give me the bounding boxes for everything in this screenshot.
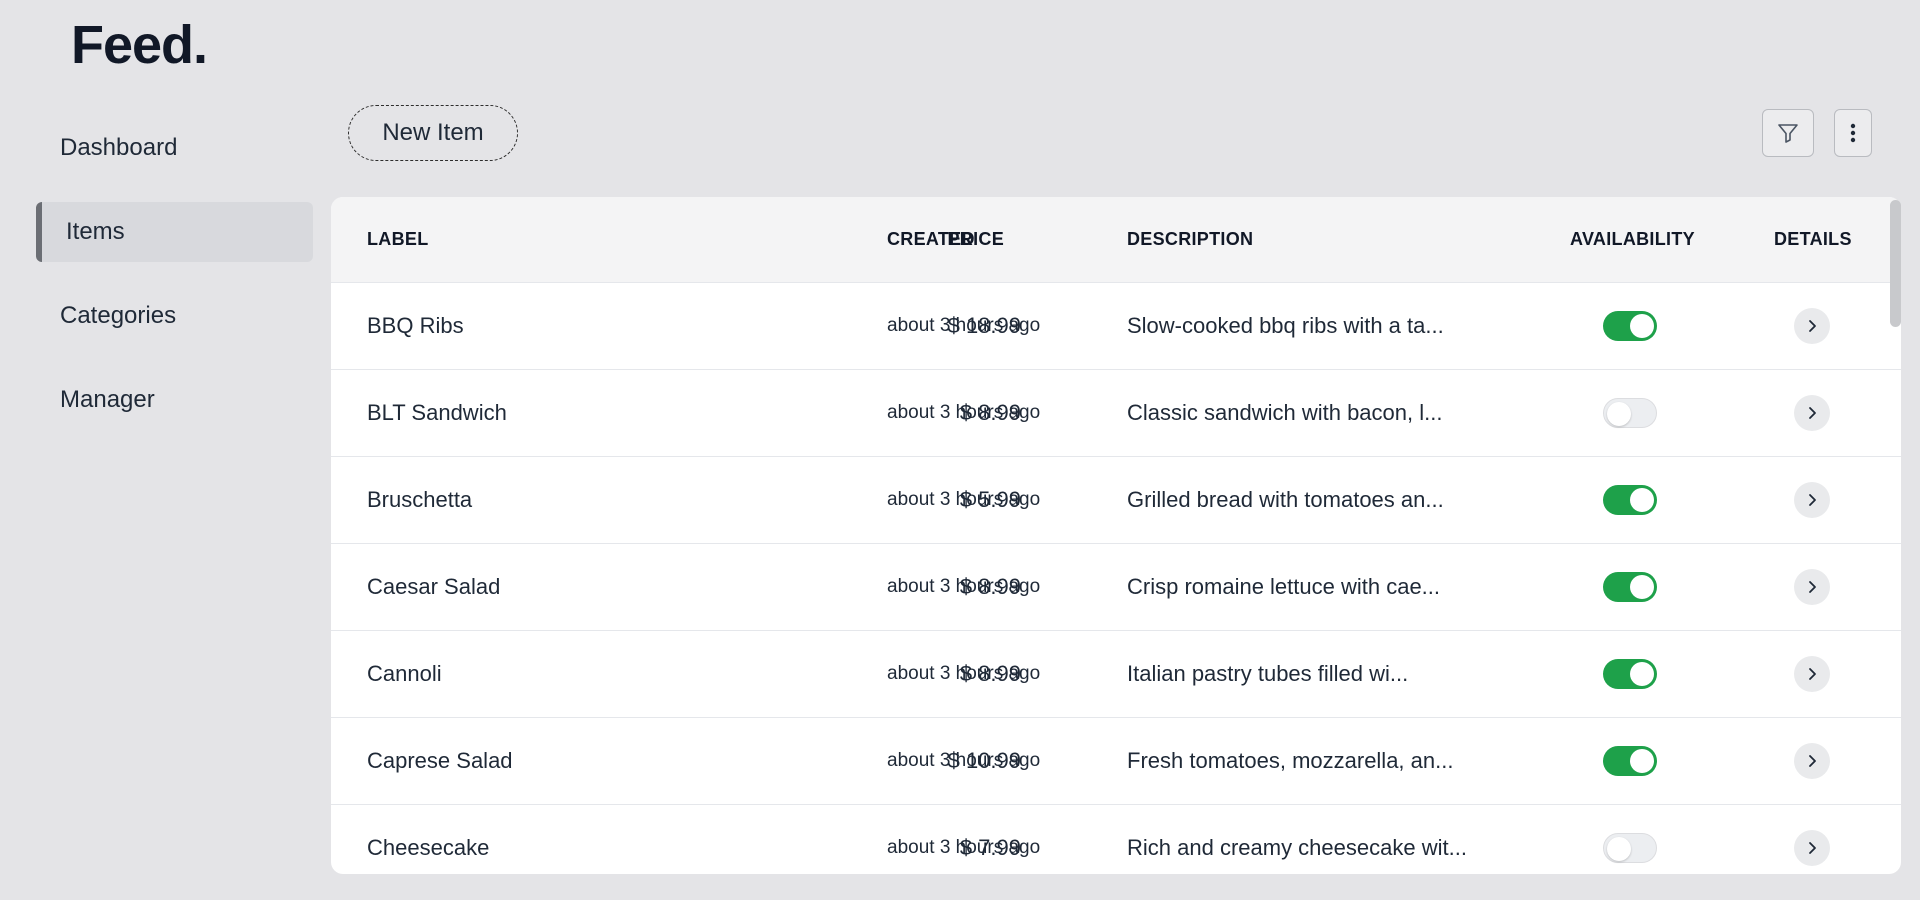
toggle-knob <box>1630 314 1654 338</box>
chevron-right-icon <box>1809 581 1816 593</box>
item-created: about 3 hours ago <box>887 663 1041 684</box>
sidebar-item-categories[interactable]: Categories <box>36 286 313 346</box>
table-row[interactable]: BLT Sandwich $ 8.99 about 3 hours ago Cl… <box>331 370 1901 457</box>
details-button[interactable] <box>1794 569 1830 605</box>
sidebar-item-items[interactable]: Items <box>36 202 313 262</box>
availability-toggle[interactable] <box>1603 572 1657 602</box>
details-button[interactable] <box>1794 308 1830 344</box>
item-created: about 3 hours ago <box>887 750 1041 771</box>
chevron-right-icon <box>1809 668 1816 680</box>
item-label: BLT Sandwich <box>367 400 507 425</box>
item-description: Classic sandwich with bacon, l... <box>1127 400 1443 425</box>
item-created: about 3 hours ago <box>887 837 1041 858</box>
toggle-knob <box>1630 662 1654 686</box>
filter-button[interactable] <box>1762 109 1814 157</box>
table-header: LABEL PRICE CREATED DESCRIPTION AVAILABI… <box>331 197 1901 283</box>
column-header-description[interactable]: DESCRIPTION <box>1127 229 1253 250</box>
column-header-created[interactable]: CREATED <box>887 229 975 250</box>
toggle-knob <box>1630 488 1654 512</box>
sidebar-item-dashboard[interactable]: Dashboard <box>36 118 313 178</box>
item-created: about 3 hours ago <box>887 576 1041 597</box>
chevron-right-icon <box>1809 320 1816 332</box>
item-label: BBQ Ribs <box>367 313 464 338</box>
availability-toggle[interactable] <box>1603 659 1657 689</box>
availability-toggle[interactable] <box>1603 485 1657 515</box>
sidebar-item-label: Items <box>66 218 125 245</box>
item-description: Italian pastry tubes filled wi... <box>1127 661 1409 686</box>
item-created: about 3 hours ago <box>887 402 1041 423</box>
item-label: Caprese Salad <box>367 748 513 773</box>
item-description: Slow-cooked bbq ribs with a ta... <box>1127 313 1444 338</box>
table-row[interactable]: Cannoli $ 8.99 about 3 hours ago Italian… <box>331 631 1901 718</box>
more-options-button[interactable] <box>1834 109 1872 157</box>
availability-toggle[interactable] <box>1603 746 1657 776</box>
chevron-right-icon <box>1809 407 1816 419</box>
column-header-details: DETAILS <box>1774 229 1852 249</box>
table-scrollbar[interactable] <box>1890 200 1901 327</box>
item-description: Crisp romaine lettuce with cae... <box>1127 574 1441 599</box>
item-label: Cheesecake <box>367 835 490 860</box>
toggle-knob <box>1607 402 1631 426</box>
toggle-knob <box>1607 837 1631 861</box>
column-header-availability[interactable]: AVAILABILITY <box>1570 229 1695 250</box>
availability-toggle[interactable] <box>1603 311 1657 341</box>
details-button[interactable] <box>1794 743 1830 779</box>
item-description: Fresh tomatoes, mozzarella, an... <box>1127 748 1454 773</box>
details-button[interactable] <box>1794 656 1830 692</box>
item-label: Bruschetta <box>367 487 473 512</box>
toggle-knob <box>1630 749 1654 773</box>
table-body: BBQ Ribs $ 18.99 about 3 hours ago Slow-… <box>331 283 1901 874</box>
availability-toggle[interactable] <box>1603 398 1657 428</box>
details-button[interactable] <box>1794 830 1830 866</box>
chevron-right-icon <box>1809 494 1816 506</box>
item-description: Grilled bread with tomatoes an... <box>1127 487 1444 512</box>
item-label: Caesar Salad <box>367 574 501 599</box>
table-row[interactable]: Caprese Salad $ 10.99 about 3 hours ago … <box>331 718 1901 805</box>
more-vertical-icon <box>1850 123 1856 143</box>
details-button[interactable] <box>1794 395 1830 431</box>
chevron-right-icon <box>1809 755 1816 767</box>
sidebar: Dashboard Items Categories Manager <box>36 118 313 454</box>
item-label: Cannoli <box>367 661 442 686</box>
availability-toggle[interactable] <box>1603 833 1657 863</box>
chevron-right-icon <box>1809 842 1816 854</box>
item-created: about 3 hours ago <box>887 489 1041 510</box>
new-item-button[interactable]: New Item <box>348 105 518 161</box>
sidebar-item-label: Manager <box>60 386 155 413</box>
details-button[interactable] <box>1794 482 1830 518</box>
filter-icon <box>1778 124 1798 143</box>
table-row[interactable]: Bruschetta $ 5.99 about 3 hours ago Gril… <box>331 457 1901 544</box>
sidebar-item-label: Categories <box>60 302 177 329</box>
item-created: about 3 hours ago <box>887 315 1041 336</box>
sidebar-item-manager[interactable]: Manager <box>36 370 313 430</box>
table-row[interactable]: BBQ Ribs $ 18.99 about 3 hours ago Slow-… <box>331 283 1901 370</box>
item-description: Rich and creamy cheesecake wit... <box>1127 835 1467 860</box>
column-header-label[interactable]: LABEL <box>367 229 429 250</box>
app-logo: Feed. <box>71 15 208 75</box>
items-table: LABEL PRICE CREATED DESCRIPTION AVAILABI… <box>331 197 1901 874</box>
toggle-knob <box>1630 575 1654 599</box>
table-row[interactable]: Caesar Salad $ 8.99 about 3 hours ago Cr… <box>331 544 1901 631</box>
sidebar-item-label: Dashboard <box>60 134 178 161</box>
table-row[interactable]: Cheesecake $ 7.99 about 3 hours ago Rich… <box>331 805 1901 874</box>
